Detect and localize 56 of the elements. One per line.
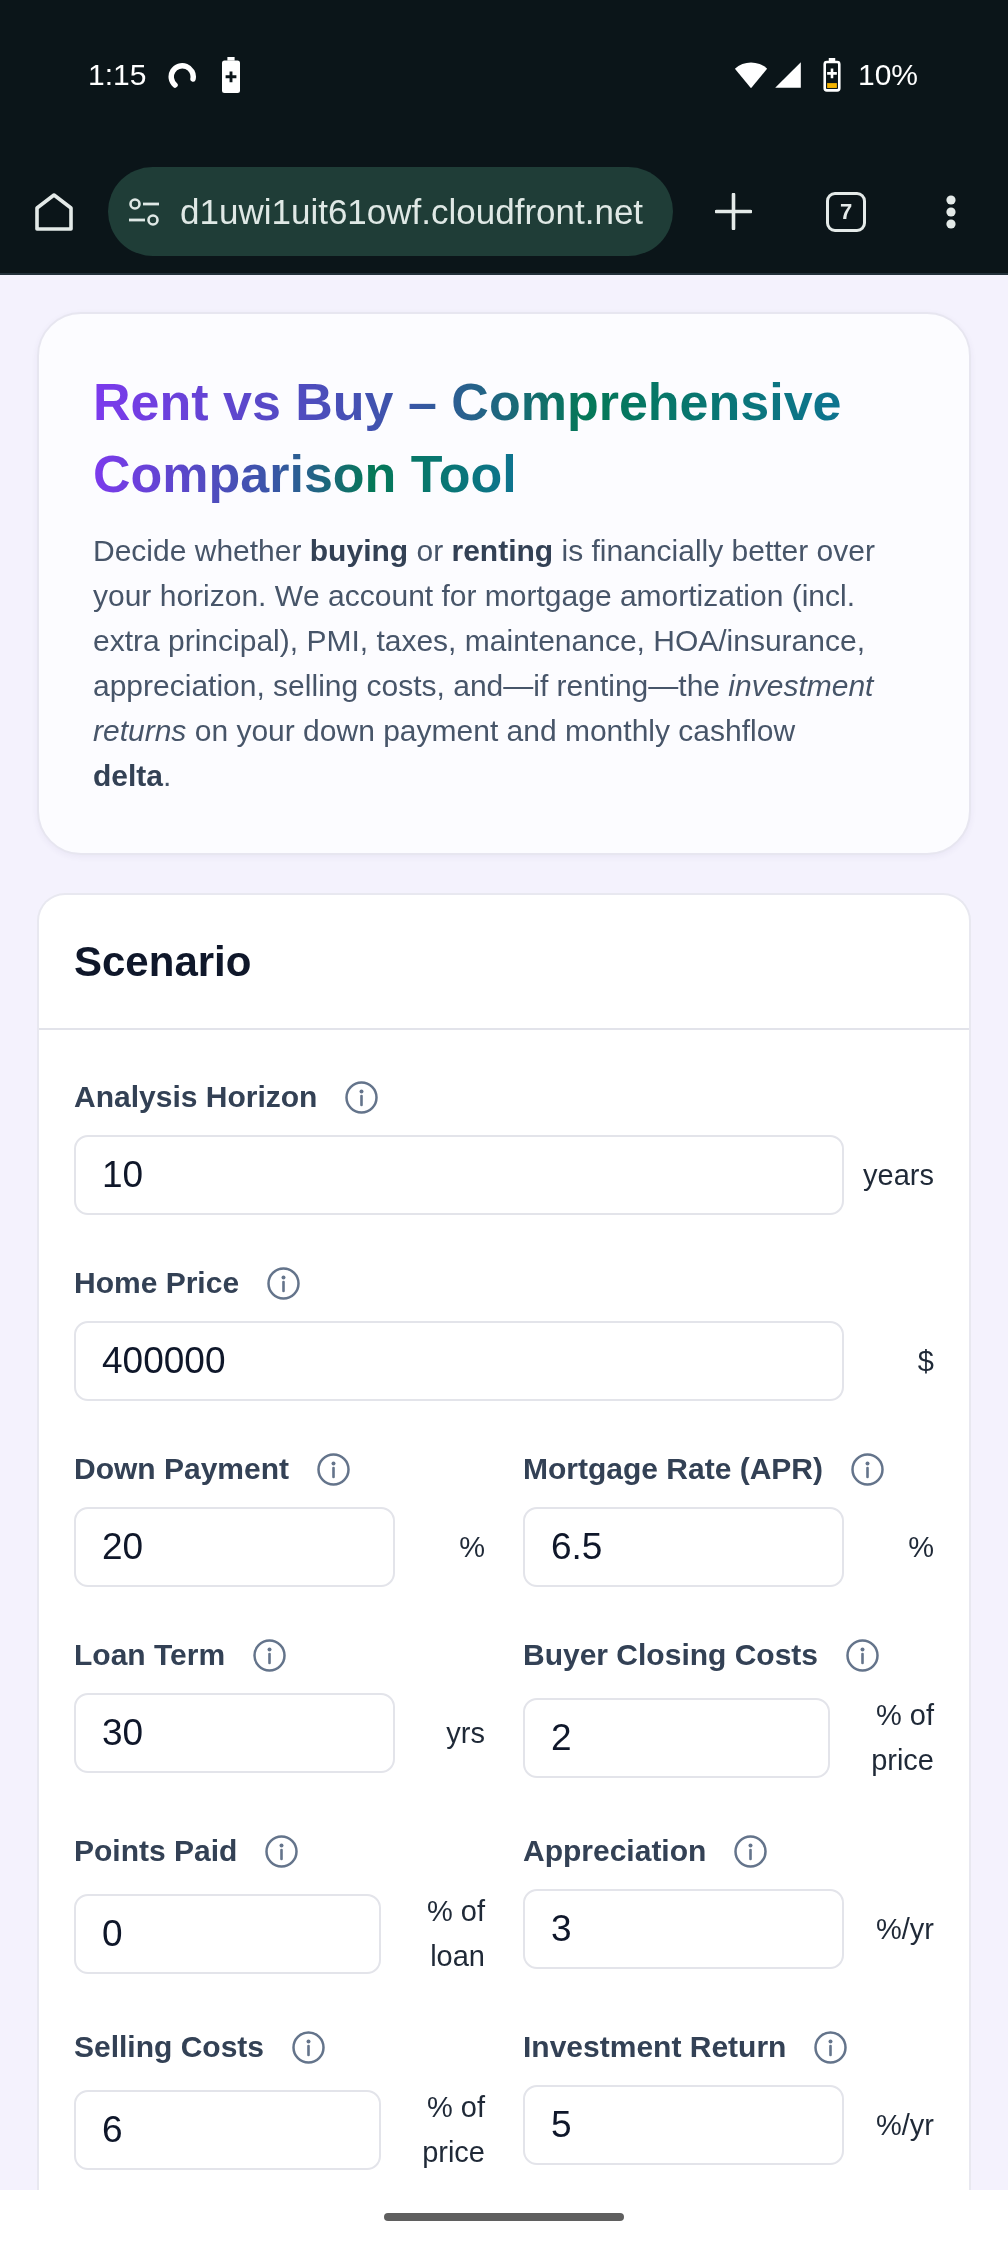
gesture-handle[interactable] xyxy=(384,2213,624,2221)
info-icon[interactable] xyxy=(292,2030,326,2064)
info-icon[interactable] xyxy=(317,1452,351,1486)
info-icon[interactable] xyxy=(814,2030,848,2064)
unit-label: %/yr xyxy=(875,1911,934,1947)
info-icon[interactable] xyxy=(265,1834,299,1868)
info-icon[interactable] xyxy=(851,1452,884,1486)
field-label: Loan Term xyxy=(74,1638,226,1672)
field-label: Analysis Horizon xyxy=(74,1080,318,1114)
number-input[interactable]: 30 xyxy=(74,1693,395,1773)
section-title: Scenario xyxy=(74,937,252,986)
info-icon[interactable] xyxy=(267,1266,301,1300)
tune-icon xyxy=(128,196,160,227)
unit-label: % xyxy=(458,1529,485,1565)
number-input[interactable]: 2 xyxy=(523,1698,830,1778)
unit-label: % of price xyxy=(870,1698,934,1778)
home-icon[interactable] xyxy=(33,191,75,232)
field-label: Down Payment xyxy=(74,1452,290,1486)
wifi-icon xyxy=(733,61,768,89)
battery-icon xyxy=(821,58,842,92)
number-input[interactable]: 10 xyxy=(74,1135,844,1215)
unit-label: % of loan xyxy=(425,1894,485,1974)
number-input[interactable]: 20 xyxy=(74,1507,395,1587)
address-bar[interactable]: d1uwi1uit61owf.cloudfront.net xyxy=(108,167,673,256)
unit-label: %/yr xyxy=(875,2107,934,2143)
info-icon[interactable] xyxy=(734,1834,768,1868)
field-label: Investment Return xyxy=(523,2030,787,2064)
field-label: Appreciation xyxy=(523,1834,707,1868)
info-icon[interactable] xyxy=(345,1080,379,1114)
unit-label: % of price xyxy=(421,2090,485,2170)
field-label: Buyer Closing Costs xyxy=(523,1638,819,1672)
description-text: Decide whether buying or renting is financially better over your horizon. We account for mortgage amortization (incl. extra principal), PMI, taxes, maintenance, HOA/insurance, appreciation, selling costs, and—if renting—the investment returns on your down payment and monthly cashflow delta. xyxy=(93,533,876,794)
tab-count-button[interactable]: 7 xyxy=(826,191,866,232)
field-label: Selling Costs xyxy=(74,2030,265,2064)
battery-percent: 10% xyxy=(857,57,918,93)
number-input[interactable]: 6.5 xyxy=(523,1507,844,1587)
unit-label: years xyxy=(862,1157,934,1193)
more-icon[interactable] xyxy=(945,193,957,230)
status-time: 1:15 xyxy=(88,57,147,93)
number-input[interactable]: 0 xyxy=(74,1894,381,1974)
battery-plus-icon xyxy=(220,57,243,93)
field-label: Points Paid xyxy=(74,1834,238,1868)
number-input[interactable]: 400000 xyxy=(74,1321,844,1401)
signal-icon xyxy=(773,61,802,89)
field-label: Home Price xyxy=(74,1266,240,1300)
unit-label: $ xyxy=(916,1343,934,1379)
number-input[interactable]: 5 xyxy=(523,2085,844,2165)
info-icon[interactable] xyxy=(253,1638,287,1672)
number-input[interactable]: 3 xyxy=(523,1889,844,1969)
unit-label: yrs xyxy=(445,1715,485,1751)
arc-icon xyxy=(168,60,199,90)
plus-icon[interactable] xyxy=(715,193,752,230)
field-label: Mortgage Rate (APR) xyxy=(523,1452,823,1486)
number-input[interactable]: 6 xyxy=(74,2090,381,2170)
info-icon[interactable] xyxy=(846,1638,880,1672)
unit-label: % xyxy=(907,1529,934,1565)
